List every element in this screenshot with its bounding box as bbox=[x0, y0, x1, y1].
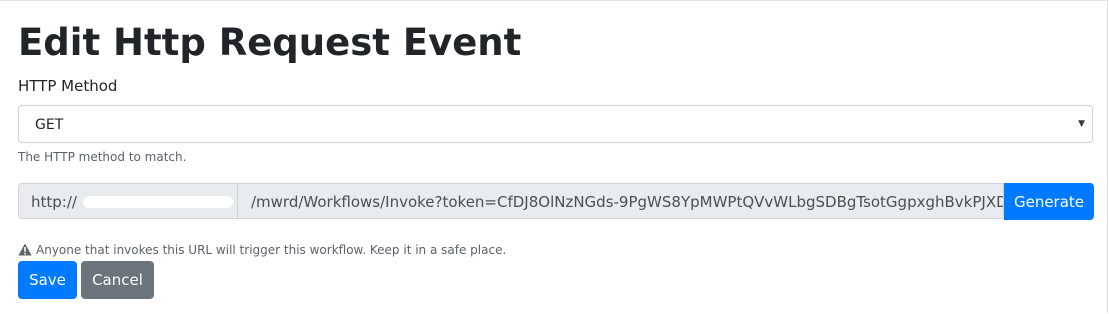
http-method-selected-value: GET bbox=[35, 117, 64, 133]
redacted-host bbox=[83, 196, 233, 208]
webhook-url-value: /mwrd/Workflows/Invoke?token=CfDJ8OlNzNG… bbox=[251, 193, 1004, 211]
url-warning-text: Anyone that invokes this URL will trigge… bbox=[36, 243, 507, 257]
save-button[interactable]: Save bbox=[18, 261, 77, 299]
warning-triangle-icon bbox=[18, 243, 32, 256]
webhook-url-field[interactable]: /mwrd/Workflows/Invoke?token=CfDJ8OlNzNG… bbox=[238, 183, 1004, 219]
url-prefix-addon: http:// bbox=[18, 183, 238, 219]
http-method-select[interactable]: GET ▼ bbox=[18, 105, 1093, 143]
generate-button[interactable]: Generate bbox=[1004, 183, 1094, 220]
caret-down-icon: ▼ bbox=[1078, 119, 1085, 129]
page-title: Edit Http Request Event bbox=[18, 21, 522, 64]
http-method-help-text: The HTTP method to match. bbox=[18, 150, 187, 164]
cancel-button[interactable]: Cancel bbox=[81, 261, 154, 299]
url-prefix-text: http:// bbox=[31, 193, 77, 211]
http-method-label: HTTP Method bbox=[18, 77, 118, 95]
